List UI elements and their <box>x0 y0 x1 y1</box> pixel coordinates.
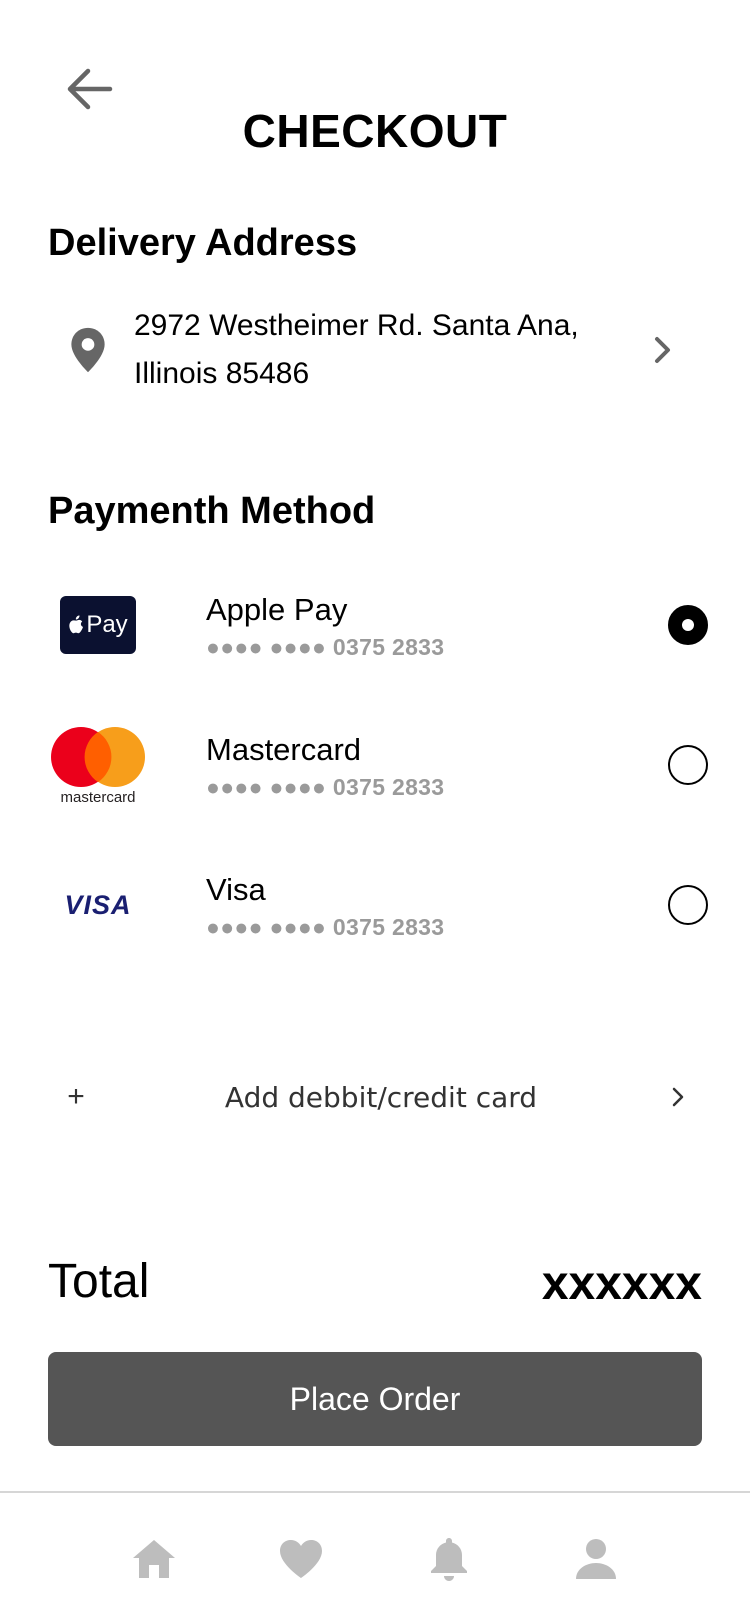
delivery-address-heading: Delivery Address <box>48 222 358 264</box>
payment-name: Apple Pay <box>206 591 348 627</box>
card-number: ●●●● ●●●● 0375 2833 <box>206 913 445 940</box>
total-label: Total <box>48 1255 150 1308</box>
visa-logo: VISA <box>48 860 148 950</box>
nav-profile[interactable] <box>564 1527 628 1591</box>
mastercard-wordmark: mastercard <box>60 789 135 805</box>
nav-home[interactable] <box>122 1527 186 1591</box>
visa-wordmark: VISA <box>64 889 132 920</box>
apple-icon <box>69 615 84 634</box>
chevron-right-icon <box>658 1085 698 1109</box>
radio-visa[interactable] <box>668 885 708 925</box>
card-number: ●●●● ●●●● 0375 2833 <box>206 773 445 800</box>
radio-mastercard[interactable] <box>668 745 708 785</box>
bottom-nav <box>0 1493 750 1624</box>
bell-icon <box>430 1537 467 1581</box>
payment-name: Mastercard <box>206 731 362 767</box>
payment-method-heading: Paymenth Method <box>48 490 376 532</box>
plus-icon: + <box>67 1080 85 1113</box>
location-pin-icon <box>48 326 128 374</box>
payment-option-mastercard[interactable]: mastercard Mastercard ●●●● ●●●● 0375 283… <box>48 710 708 820</box>
user-icon <box>576 1538 617 1579</box>
payment-info: Visa ●●●● ●●●● 0375 2833 <box>206 870 668 941</box>
add-card-button[interactable]: + Add debbit/credit card <box>48 1060 698 1134</box>
payment-option-visa[interactable]: VISA Visa ●●●● ●●●● 0375 2833 <box>48 850 708 960</box>
payment-option-apple-pay[interactable]: Pay Apple Pay ●●●● ●●●● 0375 2833 <box>48 570 708 680</box>
nav-notifications[interactable] <box>417 1527 481 1591</box>
address-text: 2972 Westheimer Rd. Santa Ana, Illinois … <box>128 302 638 398</box>
chevron-right-icon <box>638 335 688 365</box>
nav-favorites[interactable] <box>269 1527 333 1591</box>
card-number: ●●●● ●●●● 0375 2833 <box>206 633 445 660</box>
home-icon <box>132 1539 175 1578</box>
total-value: xxxxxx <box>541 1257 702 1310</box>
address-line2: Illinois 85486 <box>134 357 310 390</box>
delivery-address-row[interactable]: 2972 Westheimer Rd. Santa Ana, Illinois … <box>48 296 688 404</box>
payment-name: Visa <box>206 871 266 907</box>
radio-apple-pay[interactable] <box>668 605 708 645</box>
payment-info: Mastercard ●●●● ●●●● 0375 2833 <box>206 730 668 801</box>
payment-info: Apple Pay ●●●● ●●●● 0375 2833 <box>206 590 668 661</box>
apple-pay-logo: Pay <box>48 580 148 670</box>
add-card-label: Add debbit/credit card <box>224 1080 538 1114</box>
page-title: CHECKOUT <box>242 105 508 157</box>
apple-pay-logo-text: Pay <box>86 611 128 638</box>
address-line1: 2972 Westheimer Rd. Santa Ana, <box>134 309 579 342</box>
mastercard-logo: mastercard <box>48 720 148 810</box>
place-order-button[interactable]: Place Order <box>48 1352 702 1446</box>
heart-icon <box>280 1539 323 1578</box>
